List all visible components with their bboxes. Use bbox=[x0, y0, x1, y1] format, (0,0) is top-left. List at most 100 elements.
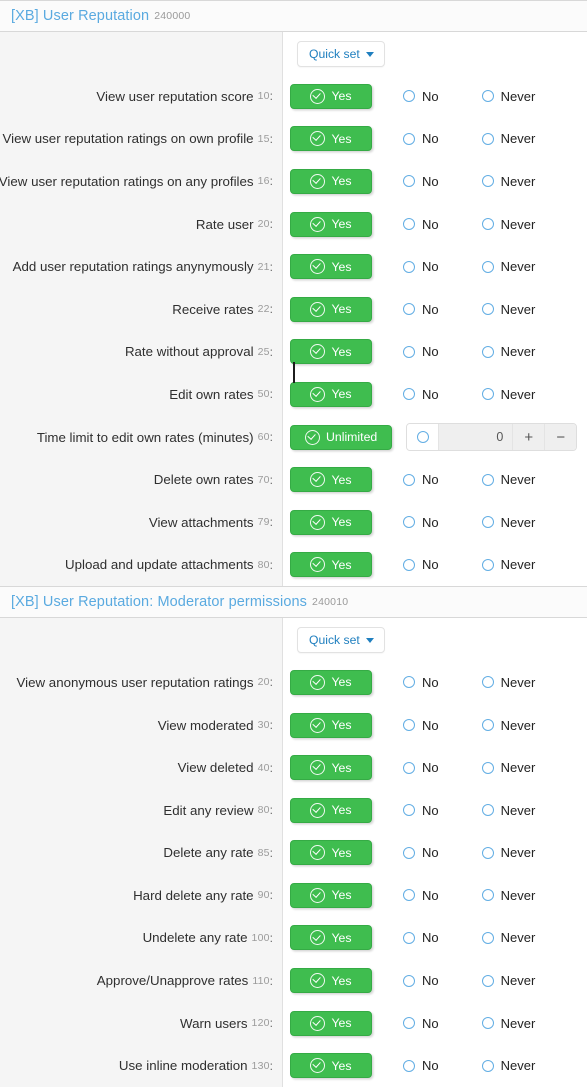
permission-radio-no[interactable]: No bbox=[403, 888, 439, 903]
permission-radio-never[interactable]: Never bbox=[481, 760, 535, 775]
permission-radio-never[interactable]: Never bbox=[481, 803, 535, 818]
permission-yes-button[interactable]: Yes bbox=[290, 168, 372, 194]
permission-radio-never[interactable]: Never bbox=[481, 472, 535, 487]
permission-yes-button[interactable]: Yes bbox=[290, 840, 372, 866]
radio-button-never[interactable] bbox=[481, 303, 494, 316]
radio-button-never[interactable] bbox=[481, 388, 494, 401]
radio-button-never[interactable] bbox=[481, 676, 494, 689]
permission-yes-button[interactable]: Unlimited bbox=[290, 424, 393, 450]
permission-radio-never[interactable]: Never bbox=[481, 259, 535, 274]
radio-button-no[interactable] bbox=[403, 516, 415, 529]
radio-button-no[interactable] bbox=[403, 303, 415, 316]
permission-yes-button[interactable]: Yes bbox=[290, 968, 372, 994]
radio-button-never[interactable] bbox=[481, 761, 494, 774]
radio-button-custom[interactable] bbox=[416, 431, 429, 444]
radio-button-no[interactable] bbox=[403, 473, 415, 486]
radio-button-never[interactable] bbox=[481, 558, 494, 571]
permission-radio-never[interactable]: Never bbox=[481, 557, 535, 572]
permission-radio-never[interactable]: Never bbox=[481, 174, 535, 189]
permission-radio-no[interactable]: No bbox=[403, 174, 439, 189]
permission-yes-button[interactable]: Yes bbox=[290, 509, 372, 535]
permission-yes-button[interactable]: Yes bbox=[290, 669, 372, 695]
radio-button-no[interactable] bbox=[403, 90, 415, 103]
radio-button-never[interactable] bbox=[481, 974, 494, 987]
radio-button-never[interactable] bbox=[481, 931, 494, 944]
permission-radio-no[interactable]: No bbox=[403, 472, 439, 487]
radio-button-no[interactable] bbox=[403, 132, 415, 145]
permission-yes-button[interactable]: Yes bbox=[290, 339, 372, 365]
radio-button-never[interactable] bbox=[481, 218, 494, 231]
permission-radio-no[interactable]: No bbox=[403, 675, 439, 690]
radio-button-never[interactable] bbox=[481, 516, 494, 529]
radio-button-no[interactable] bbox=[403, 719, 415, 732]
permission-radio-no[interactable]: No bbox=[403, 1016, 439, 1031]
radio-button-never[interactable] bbox=[481, 473, 494, 486]
permission-radio-never[interactable]: Never bbox=[481, 675, 535, 690]
radio-button-never[interactable] bbox=[481, 90, 494, 103]
permission-radio-no[interactable]: No bbox=[403, 131, 439, 146]
permission-radio-no[interactable]: No bbox=[403, 302, 439, 317]
radio-button-no[interactable] bbox=[403, 558, 415, 571]
permission-radio-never[interactable]: Never bbox=[481, 89, 535, 104]
permission-radio-no[interactable]: No bbox=[403, 387, 439, 402]
radio-button-no[interactable] bbox=[403, 676, 415, 689]
permission-yes-button[interactable]: Yes bbox=[290, 1053, 372, 1079]
permission-radio-no[interactable]: No bbox=[403, 803, 439, 818]
permission-yes-button[interactable]: Yes bbox=[290, 712, 372, 738]
radio-button-no[interactable] bbox=[403, 761, 415, 774]
permission-radio-never[interactable]: Never bbox=[481, 131, 535, 146]
permission-radio-no[interactable]: No bbox=[403, 89, 439, 104]
stepper-decrement-button[interactable]: − bbox=[545, 424, 577, 451]
stepper-increment-button[interactable]: + bbox=[513, 424, 546, 451]
permission-yes-button[interactable]: Yes bbox=[290, 381, 372, 407]
radio-button-never[interactable] bbox=[481, 889, 494, 902]
permission-radio-no[interactable]: No bbox=[403, 557, 439, 572]
permission-radio-no[interactable]: No bbox=[403, 344, 439, 359]
permission-yes-button[interactable]: Yes bbox=[290, 296, 372, 322]
permission-radio-no[interactable]: No bbox=[403, 845, 439, 860]
permission-yes-button[interactable]: Yes bbox=[290, 552, 372, 578]
permission-radio-no[interactable]: No bbox=[403, 259, 439, 274]
permission-yes-button[interactable]: Yes bbox=[290, 925, 372, 951]
radio-button-no[interactable] bbox=[403, 218, 415, 231]
radio-button-no[interactable] bbox=[403, 1017, 415, 1030]
radio-button-never[interactable] bbox=[481, 846, 494, 859]
quick-set-button[interactable]: Quick set bbox=[297, 41, 385, 67]
radio-button-never[interactable] bbox=[481, 719, 494, 732]
radio-button-never[interactable] bbox=[481, 345, 494, 358]
radio-button-never[interactable] bbox=[481, 804, 494, 817]
permission-radio-never[interactable]: Never bbox=[481, 344, 535, 359]
permission-radio-never[interactable]: Never bbox=[481, 888, 535, 903]
radio-button-no[interactable] bbox=[403, 260, 415, 273]
permission-yes-button[interactable]: Yes bbox=[290, 211, 372, 237]
permission-radio-never[interactable]: Never bbox=[481, 973, 535, 988]
radio-button-no[interactable] bbox=[403, 345, 415, 358]
time-limit-input[interactable]: 0 bbox=[439, 424, 514, 451]
permission-yes-button[interactable]: Yes bbox=[290, 1010, 372, 1036]
radio-button-never[interactable] bbox=[481, 175, 494, 188]
permission-yes-button[interactable]: Yes bbox=[290, 882, 372, 908]
permission-radio-never[interactable]: Never bbox=[481, 1016, 535, 1031]
permission-radio-never[interactable]: Never bbox=[481, 718, 535, 733]
permission-radio-no[interactable]: No bbox=[403, 217, 439, 232]
permission-yes-button[interactable]: Yes bbox=[290, 126, 372, 152]
permission-radio-no[interactable]: No bbox=[403, 1058, 439, 1073]
permission-radio-never[interactable]: Never bbox=[481, 930, 535, 945]
radio-button-never[interactable] bbox=[481, 260, 494, 273]
permission-yes-button[interactable]: Yes bbox=[290, 755, 372, 781]
permission-radio-no[interactable]: No bbox=[403, 515, 439, 530]
radio-button-never[interactable] bbox=[481, 1059, 494, 1072]
permission-radio-never[interactable]: Never bbox=[481, 302, 535, 317]
quick-set-button[interactable]: Quick set bbox=[297, 627, 385, 654]
permission-radio-no[interactable]: No bbox=[403, 973, 439, 988]
permission-radio-never[interactable]: Never bbox=[481, 217, 535, 232]
permission-yes-button[interactable]: Yes bbox=[290, 797, 372, 823]
permission-yes-button[interactable]: Yes bbox=[290, 254, 372, 280]
permission-radio-no[interactable]: No bbox=[403, 718, 439, 733]
permission-radio-never[interactable]: Never bbox=[481, 845, 535, 860]
radio-button-no[interactable] bbox=[403, 1059, 415, 1072]
stepper-radio-option[interactable] bbox=[407, 424, 440, 451]
radio-button-never[interactable] bbox=[481, 132, 494, 145]
permission-radio-no[interactable]: No bbox=[403, 930, 439, 945]
permission-radio-never[interactable]: Never bbox=[481, 387, 535, 402]
